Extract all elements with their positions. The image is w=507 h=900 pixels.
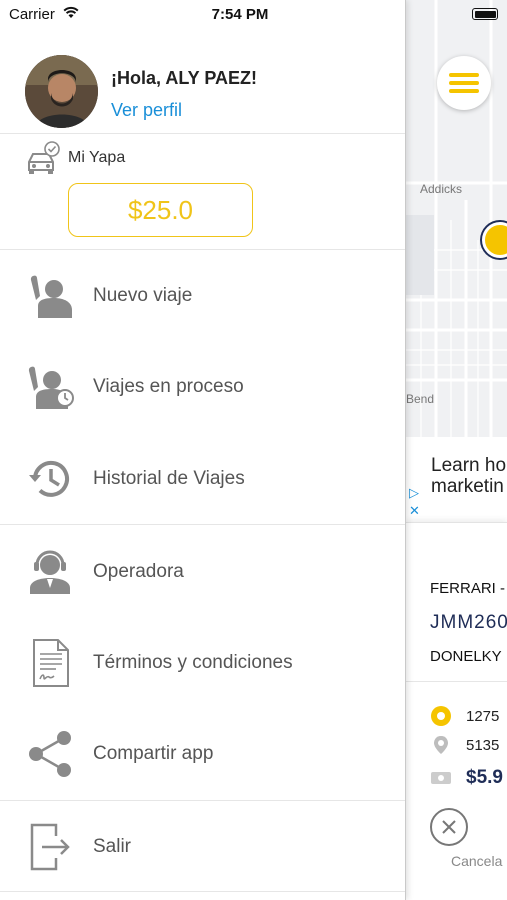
car-model: FERRARI - <box>430 580 505 597</box>
avatar[interactable] <box>25 55 98 128</box>
destination-row: 5135 <box>430 734 499 756</box>
divider <box>406 681 507 682</box>
trip-card: FERRARI - JMM260 DONELKY 1275 5135 $5.9 <box>406 522 507 900</box>
side-drawer: ¡Hola, ALY PAEZ! Ver perfil Mi Yapa $25.… <box>0 0 406 900</box>
menu-item-label: Nuevo viaje <box>93 284 193 306</box>
divider <box>0 524 405 525</box>
share-icon <box>24 728 76 780</box>
origin-dot-icon <box>430 705 452 727</box>
menu-item-label: Operadora <box>93 560 184 582</box>
divider <box>0 891 405 892</box>
fare-amount: $5.9 <box>466 767 503 788</box>
headset-operator-icon <box>24 546 76 598</box>
menu-item-label: Salir <box>93 835 132 857</box>
close-icon <box>430 808 468 846</box>
person-clock-icon <box>24 361 76 413</box>
menu-item-label: Historial de Viajes <box>93 467 245 489</box>
fare-row: $5.9 <box>430 767 503 789</box>
origin-row: 1275 <box>430 705 499 727</box>
exit-icon <box>24 821 76 873</box>
menu-item-salir[interactable]: Salir <box>0 801 405 892</box>
menu-item-nuevo-viaje[interactable]: Nuevo viaje <box>0 250 405 341</box>
menu-item-compartir[interactable]: Compartir app <box>0 708 405 799</box>
document-signature-icon <box>24 637 76 689</box>
menu-item-operadora[interactable]: Operadora <box>0 526 405 617</box>
car-plate: JMM260 <box>430 612 507 633</box>
menu-item-label: Términos y condiciones <box>93 651 293 673</box>
car-check-icon <box>28 141 60 174</box>
hamburger-icon <box>449 69 479 97</box>
menu-item-label: Viajes en proceso <box>93 375 244 397</box>
wallet-balance: $25.0 <box>68 183 253 237</box>
raised-hand-person-icon <box>24 270 76 322</box>
ad-text: Learn ho marketin <box>431 455 507 497</box>
cancel-trip-button[interactable]: Cancela <box>416 808 502 869</box>
menu-button[interactable] <box>437 56 491 110</box>
origin-address: 1275 <box>466 707 500 725</box>
view-profile-link[interactable]: Ver perfil <box>111 100 182 121</box>
ad-banner[interactable]: Learn ho marketin ▷ ✕ <box>406 437 507 522</box>
cash-icon <box>430 767 452 789</box>
map-label: Addicks <box>420 182 463 196</box>
destination-address: 5135 <box>466 736 500 754</box>
cancel-label: Cancela <box>451 853 503 869</box>
location-pin-icon <box>430 734 452 756</box>
divider <box>0 133 405 134</box>
menu-item-viajes-en-proceso[interactable]: Viajes en proceso <box>0 341 405 432</box>
menu-item-historial[interactable]: Historial de Viajes <box>0 433 405 524</box>
map-label: Bend <box>406 392 435 406</box>
driver-name: DONELKY <box>430 648 502 665</box>
wallet-title: Mi Yapa <box>68 149 126 166</box>
adchoices-icon[interactable]: ▷ ✕ <box>409 484 420 520</box>
history-clock-icon <box>24 453 76 505</box>
menu-item-label: Compartir app <box>93 742 214 764</box>
greeting: ¡Hola, ALY PAEZ! <box>111 68 258 88</box>
menu-item-terminos[interactable]: Términos y condiciones <box>0 617 405 708</box>
